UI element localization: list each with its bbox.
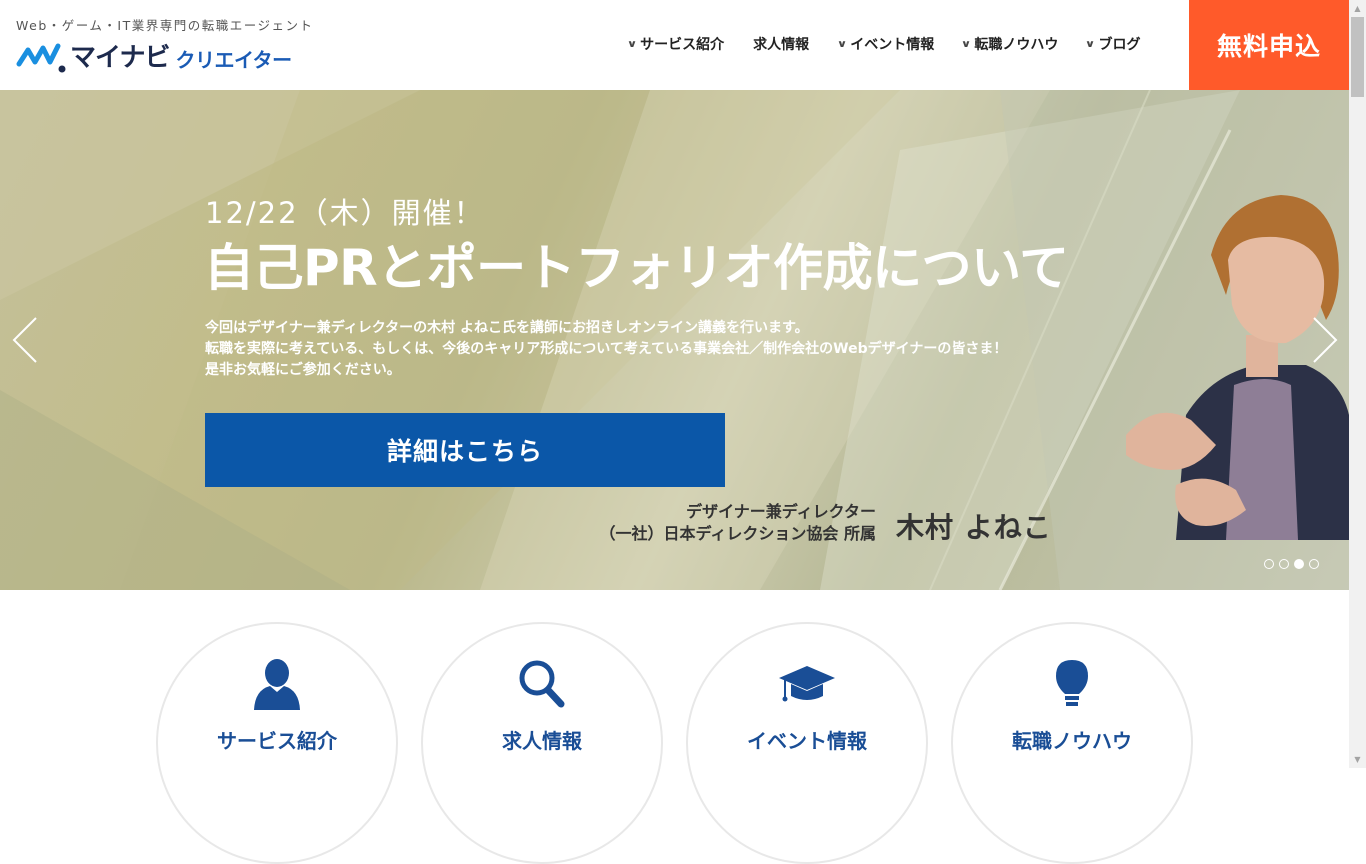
slider-prev-arrow[interactable]: [10, 315, 40, 365]
free-apply-button[interactable]: 無料申込: [1189, 0, 1349, 90]
chevron-down-icon: ∨: [1085, 38, 1096, 50]
feature-label: サービス紹介: [217, 729, 337, 753]
hero-date: 12/22（木）開催！: [205, 196, 485, 230]
speaker-role-line: デザイナー兼ディレクター: [686, 502, 876, 521]
chevron-down-icon: ∨: [626, 38, 638, 50]
scroll-down-arrow-icon[interactable]: ▼: [1349, 751, 1366, 768]
feature-section: サービス紹介 求人情報 イベント情報 転職ノウハウ: [0, 590, 1349, 864]
hero-desc-line: 転職を実際に考えている、もしくは、今後のキャリア形成について考えている事業会社／…: [205, 341, 1008, 357]
nav-item-services[interactable]: ∨ サービス紹介: [626, 34, 725, 54]
feature-label: イベント情報: [747, 729, 867, 753]
nav-item-label: イベント情報: [850, 37, 935, 53]
logo[interactable]: マイナビ クリエイター: [16, 40, 292, 74]
nav-item-label: サービス紹介: [640, 37, 725, 53]
chevron-down-icon: ∨: [961, 38, 972, 50]
feature-knowhow[interactable]: 転職ノウハウ: [951, 622, 1193, 864]
lightbulb-icon: [1056, 660, 1088, 706]
nav-item-knowhow[interactable]: ∨ 転職ノウハウ: [961, 34, 1059, 54]
feature-label: 転職ノウハウ: [1012, 729, 1132, 753]
nav-item-label: 転職ノウハウ: [974, 37, 1059, 53]
search-icon: [519, 660, 565, 708]
nav-item-events[interactable]: ∨ イベント情報: [836, 34, 935, 54]
feature-label: 求人情報: [502, 729, 582, 753]
speaker-role-line: （一社）日本ディレクション協会 所属: [599, 524, 876, 543]
main-nav: ∨ サービス紹介 求人情報 ∨ イベント情報 ∨ 転職ノウハウ ∨ ブログ: [626, 34, 1141, 54]
chevron-down-icon: ∨: [836, 38, 848, 50]
person-icon: [254, 659, 300, 710]
site-header: Web・ゲーム・IT業界専門の転職エージェント マイナビ クリエイター ∨ サー…: [0, 0, 1349, 90]
slider-next-arrow[interactable]: [1310, 315, 1340, 365]
feature-jobs[interactable]: 求人情報: [421, 622, 663, 864]
hero-description: 今回はデザイナー兼ディレクターの木村 よねこ氏を講師にお招きしオンライン講義を行…: [205, 318, 1007, 381]
feature-services[interactable]: サービス紹介: [156, 622, 398, 864]
slider-dots: [1264, 559, 1324, 569]
logo-main-text: マイナビ: [70, 43, 170, 73]
hero-title: 自己PRとポートフォリオ作成について: [204, 239, 1069, 297]
scroll-up-arrow-icon[interactable]: ▲: [1349, 0, 1366, 17]
scrollbar-thumb[interactable]: [1351, 17, 1364, 97]
nav-item-blog[interactable]: ∨ ブログ: [1085, 34, 1141, 54]
nav-item-label: 求人情報: [753, 37, 810, 53]
hero-slider: 12/22（木）開催！ 自己PRとポートフォリオ作成について 今回はデザイナー兼…: [0, 90, 1349, 590]
nav-item-label: ブログ: [1098, 37, 1141, 53]
details-button[interactable]: 詳細はこちら: [205, 413, 725, 487]
slider-dot[interactable]: [1264, 559, 1274, 569]
slider-dot-active[interactable]: [1294, 559, 1304, 569]
nav-item-jobs[interactable]: 求人情報: [753, 34, 809, 54]
tagline: Web・ゲーム・IT業界専門の転職エージェント: [16, 18, 314, 33]
logo-mark-icon: [16, 43, 66, 73]
hero-desc-line: 是非お気軽にご参加ください。: [205, 362, 401, 378]
slider-dot[interactable]: [1279, 559, 1289, 569]
hero-desc-line: 今回はデザイナー兼ディレクターの木村 よねこ氏を講師にお招きしオンライン講義を行…: [205, 320, 809, 336]
speaker-role: デザイナー兼ディレクター （一社）日本ディレクション協会 所属: [580, 501, 876, 545]
graduation-cap-icon: [779, 666, 835, 702]
feature-events[interactable]: イベント情報: [686, 622, 928, 864]
logo-sub-text: クリエイター: [175, 48, 292, 72]
page-scrollbar[interactable]: ▲ ▼: [1349, 0, 1366, 768]
speaker-name: 木村 よねこ: [896, 511, 1052, 544]
slider-dot[interactable]: [1309, 559, 1319, 569]
